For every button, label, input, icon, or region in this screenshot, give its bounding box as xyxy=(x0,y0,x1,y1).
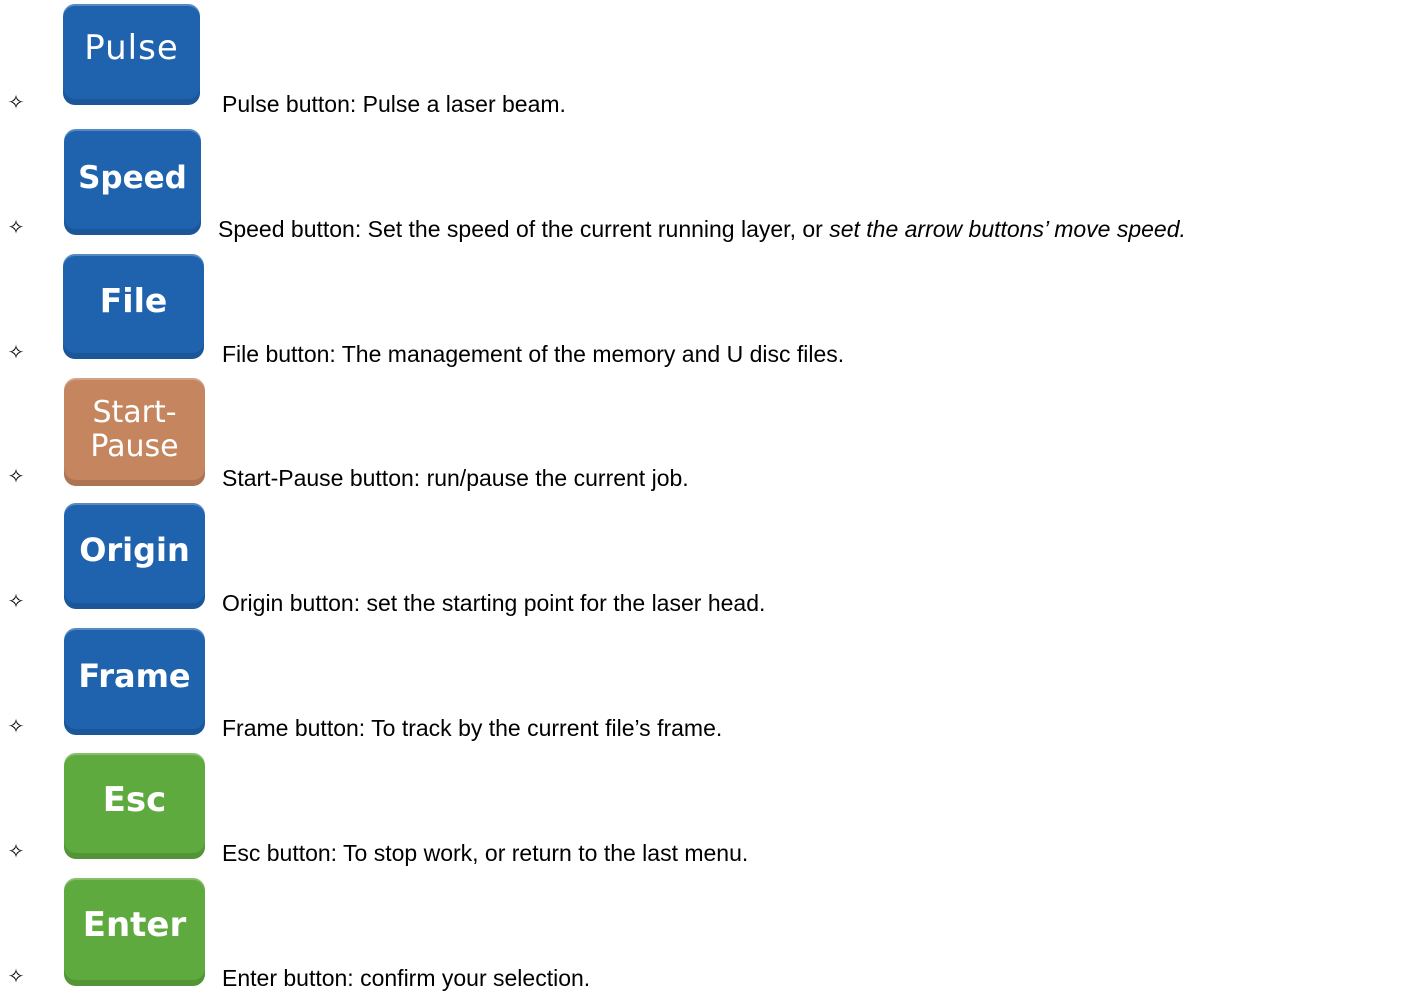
bullet-icon: ✧ xyxy=(7,340,25,364)
list-item: ✧ Enter Enter button: confirm your selec… xyxy=(0,878,1413,991)
pulse-description: Pulse button: Pulse a laser beam. xyxy=(222,91,566,117)
frame-button: Frame xyxy=(64,628,205,735)
file-button: File xyxy=(63,254,204,359)
enter-description: Enter button: confirm your selection. xyxy=(222,965,591,991)
origin-button: Origin xyxy=(64,503,205,609)
speed-button: Speed xyxy=(64,129,201,235)
file-button-label: File xyxy=(99,281,168,320)
bullet-icon: ✧ xyxy=(7,839,25,863)
start-pause-button-label-line2: Pause xyxy=(90,429,179,464)
bullet-icon: ✧ xyxy=(7,90,25,114)
bullet-icon: ✧ xyxy=(7,215,25,239)
speed-description: Speed button: Set the speed of the curre… xyxy=(218,215,1186,243)
file-description: File button: The management of the memor… xyxy=(222,341,845,367)
esc-button: Esc xyxy=(64,753,205,859)
speed-description-italic: set the arrow buttons’ move speed. xyxy=(829,216,1186,242)
esc-description: Esc button: To stop work, or return to t… xyxy=(222,840,749,866)
speed-button-label: Speed xyxy=(78,160,187,196)
list-item: ✧ Esc Esc button: To stop work, or retur… xyxy=(0,753,1413,866)
pulse-button-label: Pulse xyxy=(84,27,179,68)
start-pause-description: Start-Pause button: run/pause the curren… xyxy=(222,465,689,491)
list-item: ✧ Origin Origin button: set the starting… xyxy=(0,503,1413,616)
enter-button-label: Enter xyxy=(82,905,187,945)
list-item: ✧ Frame Frame button: To track by the cu… xyxy=(0,628,1413,741)
list-item: ✧ File File button: The management of th… xyxy=(0,254,1413,367)
origin-description: Origin button: set the starting point fo… xyxy=(222,590,766,616)
list-item: ✧ Start- Pause Start-Pause button: run/p… xyxy=(0,378,1413,491)
start-pause-button: Start- Pause xyxy=(64,378,205,486)
bullet-icon: ✧ xyxy=(7,464,25,488)
frame-description: Frame button: To track by the current fi… xyxy=(222,715,723,741)
speed-description-text: Speed button: Set the speed of the curre… xyxy=(218,216,830,242)
bullet-icon: ✧ xyxy=(7,714,25,738)
pulse-button: Pulse xyxy=(63,4,200,105)
enter-button: Enter xyxy=(64,878,205,986)
bullet-icon: ✧ xyxy=(7,589,25,613)
start-pause-button-label-line1: Start- xyxy=(92,395,177,430)
list-item: ✧ Speed Speed button: Set the speed of t… xyxy=(0,129,1413,242)
origin-button-label: Origin xyxy=(79,531,190,569)
list-item: ✧ Pulse Pulse button: Pulse a laser beam… xyxy=(0,4,1413,117)
frame-button-label: Frame xyxy=(78,656,191,695)
bullet-icon: ✧ xyxy=(7,964,25,988)
esc-button-label: Esc xyxy=(102,780,167,820)
